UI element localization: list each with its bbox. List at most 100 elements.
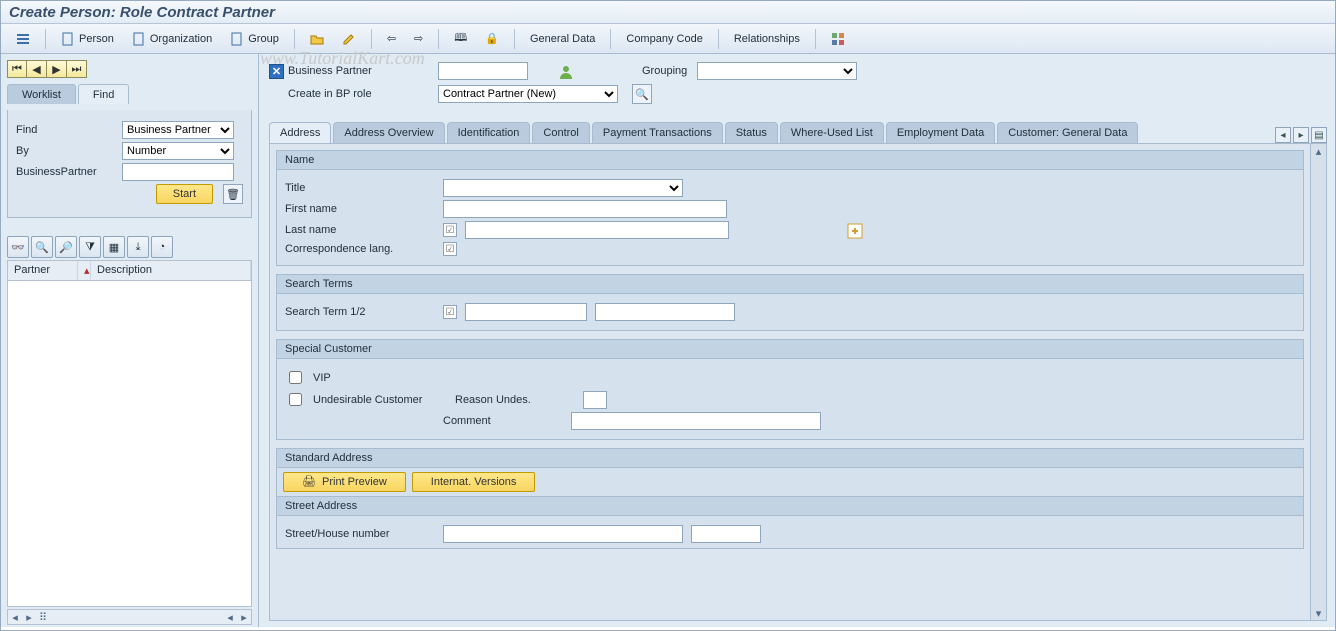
group-search-title: Search Terms bbox=[277, 275, 1303, 294]
tab-find[interactable]: Find bbox=[78, 84, 129, 104]
businesspartner-input[interactable] bbox=[122, 163, 234, 181]
last-name-label: Last name bbox=[285, 224, 435, 236]
lock-icon[interactable]: 🔒 bbox=[478, 28, 506, 50]
person-label: Person bbox=[79, 33, 114, 45]
edit-icon[interactable] bbox=[335, 28, 363, 50]
chart-icon[interactable]: ◔ bbox=[151, 236, 173, 258]
glasses-icon[interactable]: 👓 bbox=[7, 236, 29, 258]
search-term-label: Search Term 1/2 bbox=[285, 306, 435, 318]
tab-find-label: Find bbox=[93, 89, 114, 101]
tab-scroll-left-icon[interactable]: ◂ bbox=[1275, 127, 1291, 143]
search-term2-input[interactable] bbox=[595, 303, 735, 321]
print-preview-button[interactable]: 🖨Print Preview bbox=[283, 472, 406, 492]
group-name: Name Title First name Last name ☑ bbox=[276, 150, 1304, 266]
tab-employment[interactable]: Employment Data bbox=[886, 122, 995, 143]
workspace: ⏮ ◀ ▶ ⏭ Worklist Find Find Business Part… bbox=[1, 54, 1335, 627]
export-icon[interactable]: ⤓ bbox=[127, 236, 149, 258]
tab-address-overview[interactable]: Address Overview bbox=[333, 122, 444, 143]
organization-button[interactable]: Organization bbox=[125, 28, 219, 50]
page-title: Create Person: Role Contract Partner bbox=[9, 4, 1327, 21]
tab-status[interactable]: Status bbox=[725, 122, 778, 143]
arrow-right-icon[interactable]: ⇨ bbox=[407, 28, 430, 50]
expand-icon[interactable] bbox=[847, 223, 861, 237]
tab-payment-label: Payment Transactions bbox=[603, 127, 712, 139]
find-select[interactable]: Business Partner bbox=[122, 121, 234, 139]
scroll-up-icon[interactable]: ▴ bbox=[1312, 144, 1326, 158]
scroll-down-icon[interactable]: ▾ bbox=[1312, 606, 1326, 620]
vip-checkbox[interactable] bbox=[289, 371, 302, 384]
by-select[interactable]: Number bbox=[122, 142, 234, 160]
scroll-drag-icon[interactable]: ⠿ bbox=[36, 610, 50, 624]
tab-identification-label: Identification bbox=[458, 127, 520, 139]
trash-icon[interactable]: 🗑 bbox=[223, 184, 243, 204]
bp-number-input[interactable] bbox=[438, 62, 528, 80]
tab-customer[interactable]: Customer: General Data bbox=[997, 122, 1138, 143]
internat-versions-button[interactable]: Internat. Versions bbox=[412, 472, 536, 492]
title-select[interactable] bbox=[443, 179, 683, 197]
tab-where-used-label: Where-Used List bbox=[791, 127, 873, 139]
nav-arrows: ⏮ ◀ ▶ ⏭ bbox=[7, 60, 252, 78]
start-button[interactable]: Start bbox=[156, 184, 213, 204]
company-code-button[interactable]: Company Code bbox=[619, 28, 709, 50]
tab-scroll-right-icon[interactable]: ▸ bbox=[1293, 127, 1309, 143]
reason-input[interactable] bbox=[583, 391, 607, 409]
comment-label: Comment bbox=[443, 415, 563, 427]
right-pane: ✕ Business Partner Grouping Create in BP… bbox=[259, 54, 1335, 627]
person-button[interactable]: Person bbox=[54, 28, 121, 50]
document-icon bbox=[132, 32, 146, 46]
col-description[interactable]: Description bbox=[91, 261, 251, 280]
scroll-left-icon[interactable]: ◂ bbox=[8, 610, 22, 624]
menu-icon[interactable] bbox=[9, 28, 37, 50]
first-icon[interactable]: ⏮ bbox=[7, 60, 27, 78]
general-data-button[interactable]: General Data bbox=[523, 28, 602, 50]
house-number-input[interactable] bbox=[691, 525, 761, 543]
grouping-select[interactable] bbox=[697, 62, 857, 80]
company-code-label: Company Code bbox=[626, 33, 702, 45]
comment-input[interactable] bbox=[571, 412, 821, 430]
last-icon[interactable]: ⏭ bbox=[67, 60, 87, 78]
col-marker: ▴ bbox=[78, 261, 91, 280]
businesspartner-label: BusinessPartner bbox=[16, 166, 116, 178]
result-hscroll[interactable]: ◂▸⠿ ◂▸ bbox=[7, 609, 252, 625]
arrow-left-icon[interactable]: ⇦ bbox=[380, 28, 403, 50]
content-vscroll[interactable]: ▴ ▾ bbox=[1311, 143, 1327, 621]
relationships-button[interactable]: Relationships bbox=[727, 28, 807, 50]
tab-status-label: Status bbox=[736, 127, 767, 139]
scroll-right-icon[interactable]: ▸ bbox=[22, 610, 36, 624]
required-icon: ☑ bbox=[443, 305, 457, 319]
scroll-right2-icon[interactable]: ▸ bbox=[237, 610, 251, 624]
content-tabstrip: Address Address Overview Identification … bbox=[269, 122, 1327, 143]
prev-icon[interactable]: ◀ bbox=[27, 60, 47, 78]
tab-address[interactable]: Address bbox=[269, 122, 331, 143]
last-name-input[interactable] bbox=[465, 221, 729, 239]
overview-icon[interactable] bbox=[824, 28, 852, 50]
tab-where-used[interactable]: Where-Used List bbox=[780, 122, 884, 143]
tree-icon[interactable]: 🕮 bbox=[447, 28, 474, 50]
find-next-icon[interactable]: 🔎 bbox=[55, 236, 77, 258]
search-term1-input[interactable] bbox=[465, 303, 587, 321]
role-select[interactable]: Contract Partner (New) bbox=[438, 85, 618, 103]
street-input[interactable] bbox=[443, 525, 683, 543]
table-icon[interactable]: ▦ bbox=[103, 236, 125, 258]
role-search-icon[interactable]: 🔍 bbox=[632, 84, 652, 104]
tab-employment-label: Employment Data bbox=[897, 127, 984, 139]
tab-list-icon[interactable]: ▤ bbox=[1311, 127, 1327, 143]
find-icon[interactable]: 🔍 bbox=[31, 236, 53, 258]
tab-customer-label: Customer: General Data bbox=[1008, 127, 1127, 139]
open-icon[interactable] bbox=[303, 28, 331, 50]
tab-payment[interactable]: Payment Transactions bbox=[592, 122, 723, 143]
filter-icon[interactable]: ⧩ bbox=[79, 236, 101, 258]
first-name-input[interactable] bbox=[443, 200, 727, 218]
next-icon[interactable]: ▶ bbox=[47, 60, 67, 78]
group-button[interactable]: Group bbox=[223, 28, 286, 50]
tab-worklist[interactable]: Worklist bbox=[7, 84, 76, 104]
group-address-title: Standard Address bbox=[277, 449, 1303, 468]
scroll-left2-icon[interactable]: ◂ bbox=[223, 610, 237, 624]
tab-worklist-label: Worklist bbox=[22, 89, 61, 101]
tab-identification[interactable]: Identification bbox=[447, 122, 531, 143]
close-icon[interactable]: ✕ bbox=[269, 64, 284, 79]
col-partner[interactable]: Partner bbox=[8, 261, 78, 280]
tab-control[interactable]: Control bbox=[532, 122, 589, 143]
undesirable-checkbox[interactable] bbox=[289, 393, 302, 406]
role-row: Create in BP role Contract Partner (New)… bbox=[269, 84, 1327, 104]
